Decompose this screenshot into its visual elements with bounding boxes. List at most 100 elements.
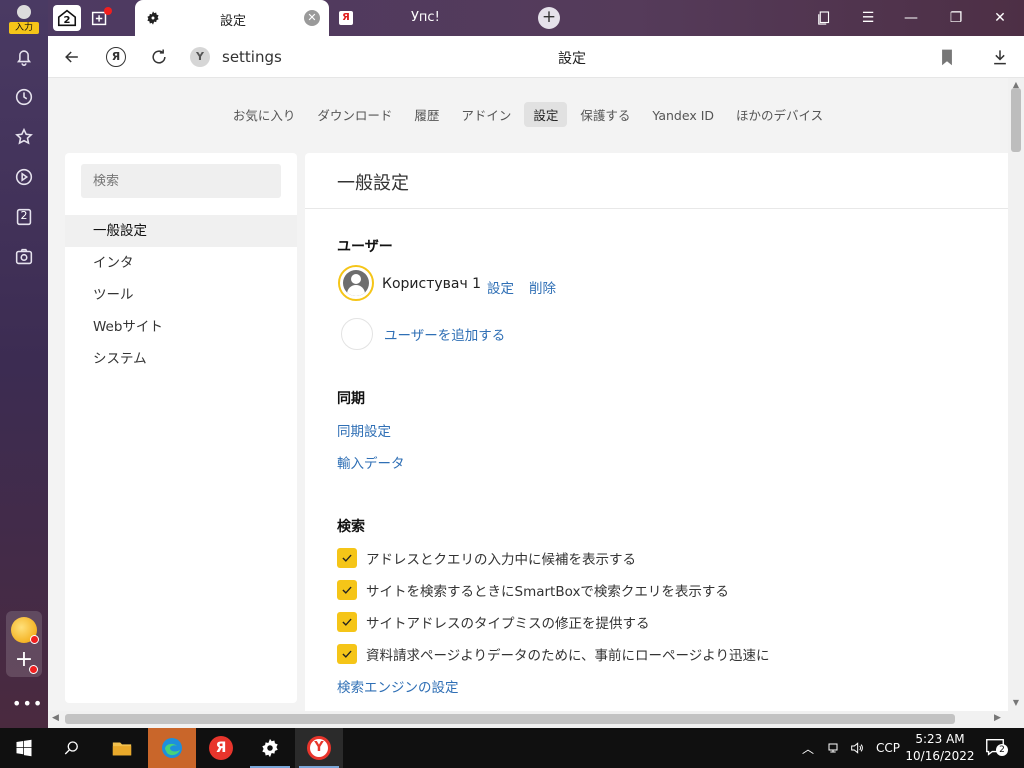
pinned-app-icon[interactable] — [11, 617, 39, 644]
search-option-label: 資料請求ページよりデータのために、事前にローページより迅速に — [366, 648, 770, 664]
taskbar-edge[interactable] — [148, 728, 196, 768]
search-option-row[interactable]: 資料請求ページよりデータのために、事前にローページより迅速に — [337, 644, 770, 664]
bell-icon[interactable] — [12, 45, 36, 69]
settings-top-nav: お気に入り ダウンロード 履歴 アドイン 設定 保護する Yandex ID ほかのデバイス — [48, 102, 1008, 127]
search-icon — [64, 741, 78, 755]
menu-icon[interactable]: ☰ — [858, 8, 878, 28]
import-data-link[interactable]: 輸入データ — [337, 452, 405, 472]
network-icon[interactable] — [827, 728, 843, 768]
notifications-button[interactable]: 2 — [984, 736, 1008, 758]
minimize-icon[interactable]: — — [901, 8, 921, 28]
vertical-scroll-thumb[interactable] — [1011, 88, 1021, 152]
checkbox[interactable] — [337, 644, 357, 664]
search-option-row[interactable]: アドレスとクエリの入力中に候補を表示する — [337, 548, 636, 568]
sidebar-item[interactable]: ツール — [65, 279, 297, 311]
vertical-scrollbar[interactable]: ▲ ▼ — [1008, 78, 1024, 711]
new-tab-group-button[interactable] — [86, 5, 114, 31]
checkbox[interactable] — [337, 548, 357, 568]
search-heading: 検索 — [337, 519, 365, 535]
taskbar-settings[interactable] — [246, 728, 294, 768]
settings-page: お気に入り ダウンロード 履歴 アドイン 設定 保護する Yandex ID ほかのデバイス … — [48, 78, 1008, 711]
checkmark-icon — [342, 650, 352, 658]
add-user-link[interactable]: ユーザーを追加する — [384, 324, 505, 344]
tray-chevron-icon[interactable]: ︿ — [802, 728, 814, 768]
site-info-icon[interactable]: Y — [190, 47, 210, 67]
taskbar-yandex[interactable]: Я — [197, 728, 245, 768]
gear-icon — [147, 11, 159, 25]
volume-icon[interactable] — [849, 728, 865, 768]
close-tab-icon[interactable]: ✕ — [304, 10, 320, 26]
tab-title: Упс! — [411, 10, 440, 25]
top-nav-item[interactable]: ほかのデバイス — [727, 102, 832, 127]
top-nav-item[interactable]: 保護する — [571, 102, 639, 127]
input-language-indicator[interactable]: CCP — [876, 728, 900, 768]
top-nav-item[interactable]: アドイン — [452, 102, 520, 127]
top-nav-item[interactable]: 履歴 — [405, 102, 448, 127]
bookmark-button[interactable] — [935, 45, 959, 69]
star-icon[interactable] — [12, 125, 36, 149]
tab-oops[interactable]: Я Упс! — [333, 0, 523, 36]
sidebar-item[interactable]: Webサイト — [65, 311, 297, 343]
new-tab-button[interactable]: + — [538, 7, 560, 29]
scroll-down-icon[interactable]: ▼ — [1011, 698, 1021, 707]
top-nav-item[interactable]: お気に入り — [224, 102, 305, 127]
sidebar-item[interactable]: インタ — [65, 247, 297, 279]
taskbar-file-explorer[interactable] — [98, 728, 146, 768]
yandex-icon: Я — [106, 47, 126, 67]
horizontal-scrollbar[interactable]: ◀ ▶ — [48, 711, 1008, 728]
user-settings-link[interactable]: 設定 — [487, 277, 514, 297]
tab-counter-icon[interactable]: 2 — [12, 205, 36, 229]
left-sidebar-rail: 入力 2 + ••• — [0, 0, 48, 728]
horizontal-scroll-thumb[interactable] — [65, 714, 955, 724]
search-option-row[interactable]: サイトを検索するときにSmartBoxで検索クエリを表示する — [337, 580, 729, 600]
start-button[interactable] — [0, 728, 48, 768]
yandex-favicon-icon: Я — [339, 11, 353, 25]
search-option-row[interactable]: サイトアドレスのタイプミスの修正を提供する — [337, 612, 650, 632]
search-engine-settings-link[interactable]: 検索エンジンの設定 — [337, 676, 459, 696]
clock-date: 10/16/2022 — [905, 749, 975, 763]
edge-icon — [162, 738, 182, 758]
yandex-app-icon: Я — [209, 736, 233, 760]
profile-button[interactable]: 入力 — [8, 4, 40, 34]
add-app-icon[interactable]: + — [12, 649, 38, 674]
close-window-icon[interactable]: ✕ — [990, 8, 1010, 28]
checkbox[interactable] — [337, 580, 357, 600]
yandex-button[interactable]: Я — [104, 45, 128, 69]
history-icon[interactable] — [12, 85, 36, 109]
tab-settings[interactable]: 設定 ✕ — [135, 0, 329, 36]
user-avatar[interactable] — [338, 265, 374, 301]
screenshot-icon[interactable] — [12, 245, 36, 269]
scroll-right-icon[interactable]: ▶ — [994, 713, 1001, 723]
clock[interactable]: 5:23 AM 10/16/2022 — [905, 731, 975, 765]
tab-manager-icon[interactable] — [814, 8, 834, 28]
checkmark-icon — [342, 554, 352, 562]
profile-login-tag: 入力 — [9, 22, 39, 34]
top-nav-item[interactable]: ダウンロード — [308, 102, 401, 127]
users-heading: ユーザー — [337, 239, 393, 255]
scroll-left-icon[interactable]: ◀ — [52, 713, 59, 723]
more-icon[interactable]: ••• — [12, 694, 42, 713]
top-nav-item[interactable]: Yandex ID — [643, 105, 723, 126]
home-tab-button[interactable]: 2 — [53, 5, 81, 31]
top-nav-item[interactable]: 設定 — [524, 102, 568, 127]
restore-icon[interactable]: ❐ — [946, 8, 966, 28]
sidebar-item[interactable]: システム — [65, 343, 297, 375]
folder-icon — [112, 742, 132, 756]
checkbox[interactable] — [337, 612, 357, 632]
add-user-avatar — [341, 318, 373, 350]
user-delete-link[interactable]: 削除 — [529, 277, 556, 297]
notification-dot — [29, 665, 38, 674]
reload-button[interactable] — [147, 45, 171, 69]
page-title: 設定 — [558, 51, 586, 67]
url-field[interactable]: settings — [222, 48, 282, 66]
back-button[interactable] — [60, 45, 84, 69]
settings-search-input[interactable] — [81, 164, 281, 198]
reload-icon — [152, 49, 166, 64]
downloads-button[interactable] — [988, 45, 1012, 69]
taskbar-search-button[interactable] — [48, 728, 96, 768]
taskbar-yandex-browser[interactable]: Y — [295, 728, 343, 768]
arrow-left-icon — [65, 51, 78, 63]
sidebar-item[interactable]: 一般設定 — [65, 215, 297, 247]
sync-settings-link[interactable]: 同期設定 — [337, 420, 391, 440]
play-icon[interactable] — [12, 165, 36, 189]
